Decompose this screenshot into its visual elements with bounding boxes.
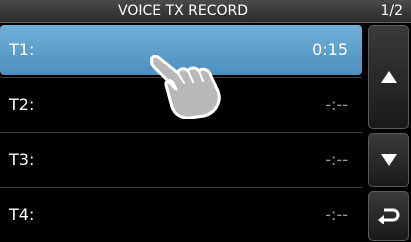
record-label: T3: xyxy=(9,150,35,169)
row-divider xyxy=(0,132,362,133)
record-label: T4: xyxy=(9,205,35,224)
record-duration: -:-- xyxy=(325,150,348,169)
record-label: T1: xyxy=(9,40,35,59)
record-label: T2: xyxy=(9,95,35,114)
return-arrow-icon xyxy=(377,208,399,224)
scroll-down-button[interactable] xyxy=(368,133,409,187)
record-duration: -:-- xyxy=(325,95,348,114)
screen-title: VOICE TX RECORD xyxy=(117,3,249,19)
voice-tx-record-screen: VOICE TX RECORD 1/2 T1: 0:15 T2: -:-- T3… xyxy=(0,0,411,242)
record-duration: 0:15 xyxy=(312,40,348,59)
side-button-panel xyxy=(366,23,411,242)
record-duration: -:-- xyxy=(325,205,348,224)
triangle-up-icon xyxy=(380,71,397,83)
record-row-t3[interactable]: T3: -:-- xyxy=(0,135,362,185)
pointing-hand-icon xyxy=(150,55,221,119)
triangle-down-icon xyxy=(380,154,397,166)
row-divider xyxy=(0,187,362,188)
back-button[interactable] xyxy=(368,191,409,241)
title-bar: VOICE TX RECORD 1/2 xyxy=(0,0,411,23)
page-indicator: 1/2 xyxy=(380,3,403,19)
record-row-t4[interactable]: T4: -:-- xyxy=(0,190,362,240)
scroll-up-button[interactable] xyxy=(368,25,409,129)
